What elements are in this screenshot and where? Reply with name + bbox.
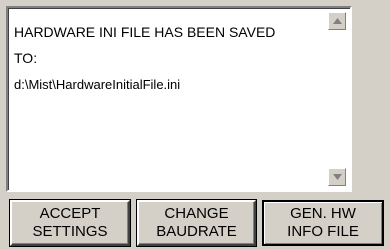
accept-settings-label-2: SETTINGS [32,223,108,240]
scroll-down-button[interactable] [328,168,346,186]
message-text: HARDWARE INI FILE HAS BEEN SAVED TO: d:\… [14,13,324,104]
vertical-scrollbar[interactable] [328,12,346,186]
accept-settings-button[interactable]: ACCEPT SETTINGS [10,200,130,246]
change-baudrate-label-1: CHANGE [164,205,229,222]
triangle-down-icon [333,174,342,180]
scroll-up-button[interactable] [328,12,346,30]
message-textbox[interactable]: HARDWARE INI FILE HAS BEEN SAVED TO: d:\… [6,6,352,192]
message-path: d:\Mist\HardwareInitialFile.ini [14,77,181,92]
message-line-1: HARDWARE INI FILE HAS BEEN SAVED [14,24,276,40]
gen-hw-info-file-label-1: GEN. HW [290,205,356,222]
change-baudrate-button[interactable]: CHANGE BAUDRATE [137,200,256,246]
gen-hw-info-file-label-2: INFO FILE [287,223,359,240]
triangle-up-icon [333,18,342,24]
change-baudrate-label-2: BAUDRATE [156,223,237,240]
accept-settings-label-1: ACCEPT [39,205,101,222]
message-line-2: TO: [14,50,38,66]
gen-hw-info-file-button[interactable]: GEN. HW INFO FILE [262,200,384,246]
